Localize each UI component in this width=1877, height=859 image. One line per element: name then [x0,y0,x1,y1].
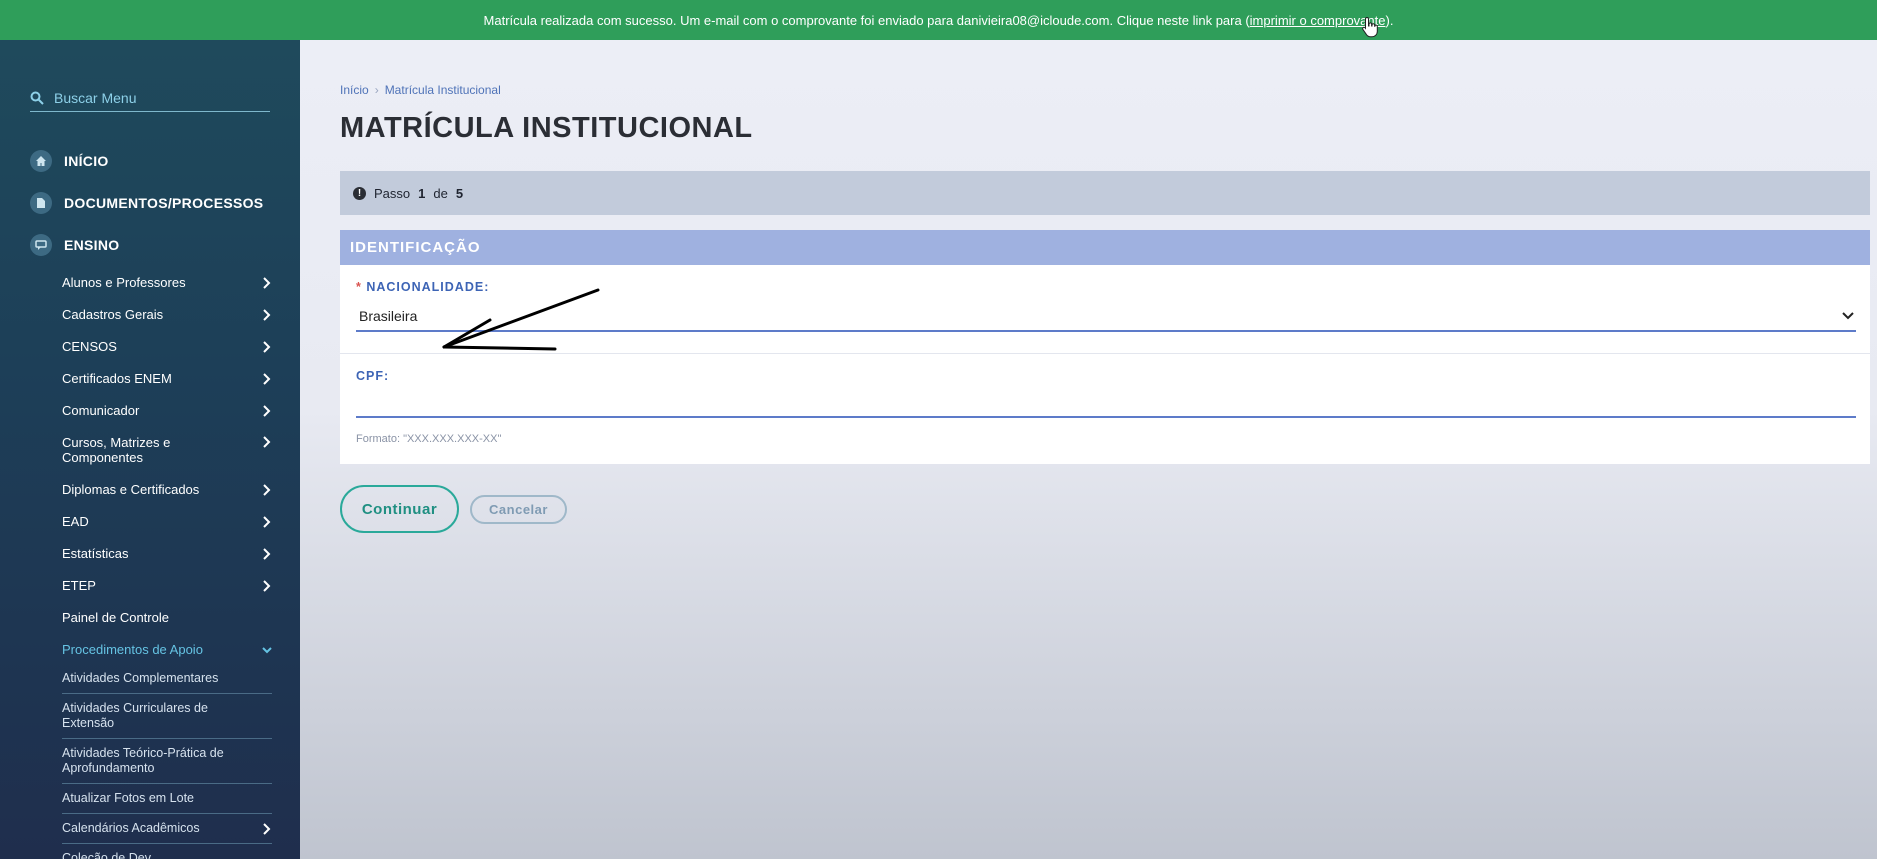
nav-ensino[interactable]: ENSINO [30,234,270,256]
banner-message: Matrícula realizada com sucesso. Um e-ma… [483,12,1250,28]
chevron-right-icon [263,372,271,385]
breadcrumb-home-link[interactable]: Início [340,83,369,97]
sidebar-subitem-label: Atividades Curriculares de Extensão [62,701,208,730]
chat-icon [30,234,52,256]
sidebar-subitem-label: Atividades Complementares [62,671,219,685]
cancel-button[interactable]: Cancelar [470,495,567,524]
breadcrumb: Início › Matrícula Institucional [340,83,501,97]
chevron-down-icon [1842,312,1854,320]
chevron-right-icon [263,404,271,417]
nav-documentos-processos[interactable]: DOCUMENTOS/PROCESSOS [30,192,270,214]
nav-inicio[interactable]: INÍCIO [30,150,270,172]
success-banner: Matrícula realizada com sucesso. Um e-ma… [0,0,1877,40]
sidebar-item-painel-controle[interactable]: Painel de Controle [62,603,272,632]
sidebar-item-label: Alunos e Professores [62,275,186,290]
main-content: Início › Matrícula Institucional MATRÍCU… [300,40,1877,859]
sidebar-item-estatisticas[interactable]: Estatísticas [62,539,272,568]
continue-button[interactable]: Continuar [340,485,459,533]
chevron-right-icon [263,822,271,835]
sidebar-item-label: Painel de Controle [62,610,169,625]
annotation-arrow-icon [442,288,600,351]
sidebar-subitem-atividades-curriculares[interactable]: Atividades Curriculares de Extensão [62,694,272,739]
sidebar-item-label: CENSOS [62,339,117,354]
required-marker: * [356,280,367,294]
search-menu-placeholder: Buscar Menu [54,89,137,106]
nav-documentos-label: DOCUMENTOS/PROCESSOS [64,195,264,211]
sidebar-item-label: Cadastros Gerais [62,307,164,322]
ensino-submenu: Alunos e Professores Cadastros Gerais CE… [62,268,272,859]
step-prefix: Passo [374,185,411,201]
info-icon: ! [353,186,366,200]
sidebar-subitem-colecao[interactable]: Coleção de Dev... [62,844,272,859]
sidebar-subitem-atualizar-fotos[interactable]: Atualizar Fotos em Lote [62,784,272,814]
step-of: de [433,185,448,201]
step-indicator: ! Passo 1 de 5 [340,171,1870,215]
breadcrumb-separator: › [374,83,379,97]
chevron-right-icon [263,436,271,448]
breadcrumb-current[interactable]: Matrícula Institucional [385,83,501,97]
sidebar-subitem-label: Calendários Acadêmicos [62,821,200,835]
sidebar: Buscar Menu INÍCIO DOCUMENTOS/PROCESSOS … [0,40,300,859]
chevron-right-icon [263,547,271,560]
nationality-value: Brasileira [359,308,418,324]
sidebar-subitem-label: Atividades Teórico-Prática de Aprofundam… [62,746,224,775]
sidebar-item-label: Cursos, Matrizes e Componentes [62,435,171,465]
file-icon [30,192,52,214]
hand-cursor-icon [1362,16,1378,38]
nav-ensino-label: ENSINO [64,237,120,253]
search-icon [30,91,44,105]
nav-inicio-label: INÍCIO [64,153,109,169]
chevron-right-icon [263,308,271,321]
sidebar-item-censos[interactable]: CENSOS [62,332,272,361]
chevron-right-icon [263,340,271,353]
sidebar-subitem-calendarios[interactable]: Calendários Acadêmicos [62,814,272,844]
cpf-label: CPF: [356,369,390,383]
sidebar-subitem-atividades-complementares[interactable]: Atividades Complementares [62,664,272,694]
chevron-down-icon [262,646,272,653]
chevron-right-icon [263,483,271,496]
sidebar-item-label: EAD [62,514,89,529]
sidebar-subitem-label: Coleção de Dev... [62,851,161,859]
sidebar-item-diplomas[interactable]: Diplomas e Certificados [62,475,272,504]
section-title: IDENTIFICAÇÃO [340,230,1870,265]
cpf-format-hint: Formato: "XXX.XXX.XXX-XX" [356,433,502,445]
chevron-right-icon [263,276,271,289]
sidebar-item-label: Comunicador [62,403,140,418]
page-title: MATRÍCULA INSTITUCIONAL [340,112,753,144]
sidebar-item-alunos-professores[interactable]: Alunos e Professores [62,268,272,297]
chevron-right-icon [263,579,271,592]
sidebar-item-label: Procedimentos de Apoio [62,642,203,657]
sidebar-item-label: ETEP [62,578,96,593]
sidebar-item-label: Diplomas e Certificados [62,482,200,497]
sidebar-item-etep[interactable]: ETEP [62,571,272,600]
step-total: 5 [455,185,464,201]
step-current: 1 [418,185,426,201]
sidebar-subitem-atividades-teorico-pratica[interactable]: Atividades Teórico-Prática de Aprofundam… [62,739,272,784]
chevron-right-icon [263,515,271,528]
search-menu[interactable]: Buscar Menu [30,84,270,112]
sidebar-item-comunicador[interactable]: Comunicador [62,396,272,425]
cpf-input[interactable] [356,388,1856,418]
sidebar-item-procedimentos-apoio[interactable]: Procedimentos de Apoio [62,635,272,664]
sidebar-item-label: Certificados ENEM [62,371,172,386]
sidebar-item-ead[interactable]: EAD [62,507,272,536]
sidebar-item-label: Estatísticas [62,546,129,561]
home-icon [30,150,52,172]
sidebar-subitem-label: Atualizar Fotos em Lote [62,791,195,805]
sidebar-item-cursos-matrizes[interactable]: Cursos, Matrizes e Componentes [62,428,272,472]
sidebar-item-certificados-enem[interactable]: Certificados ENEM [62,364,272,393]
banner-suffix: ). [1385,12,1394,28]
sidebar-item-cadastros-gerais[interactable]: Cadastros Gerais [62,300,272,329]
